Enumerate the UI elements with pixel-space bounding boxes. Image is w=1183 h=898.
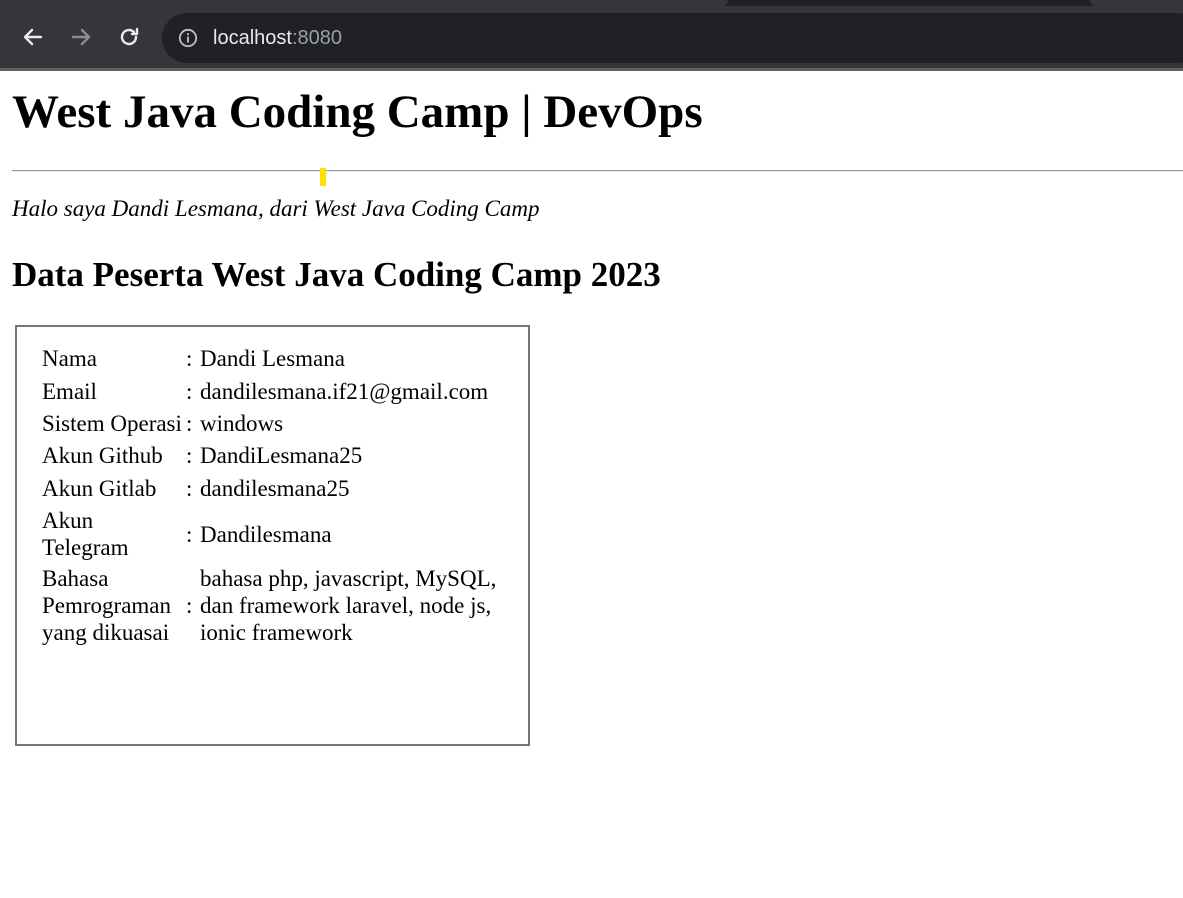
row-separator: : [186, 411, 193, 436]
tab-active[interactable] [0, 0, 728, 6]
row-label: Bahasa Pemrograman yang dikuasai [42, 566, 172, 645]
section-title: Data Peserta West Java Coding Camp 2023 [12, 255, 661, 294]
page-title: West Java Coding Camp | DevOps [12, 86, 703, 138]
browser-toolbar: localhost:8080 [0, 0, 1183, 71]
intro-text: Halo saya Dandi Lesmana, dari West Java … [12, 196, 540, 221]
url-port: :8080 [291, 27, 342, 49]
row-value: windows [200, 411, 284, 436]
table-row: Nama : Dandi Lesmana [41, 343, 501, 374]
back-button[interactable] [18, 22, 48, 52]
forward-button[interactable] [66, 22, 96, 52]
participant-table: Nama : Dandi Lesmana Email : dandilesman… [39, 341, 503, 649]
row-separator: : [186, 521, 193, 547]
row-label: Akun Gitlab [42, 476, 157, 501]
table-row: Akun Gitlab : dandilesmana25 [41, 473, 501, 504]
row-separator: : [186, 476, 193, 501]
horizontal-rule [12, 170, 1183, 172]
row-label: Email [42, 379, 97, 404]
toolbar-divider [0, 68, 1183, 71]
row-label: Akun Github [42, 443, 163, 468]
reload-icon [120, 27, 139, 46]
row-value: bahasa php, javascript, MySQL, dan frame… [200, 566, 497, 645]
text-cursor-highlight [320, 168, 326, 186]
row-separator: : [186, 346, 193, 371]
row-label: Sistem Operasi [42, 411, 182, 436]
row-value: dandilesmana.if21@gmail.com [200, 379, 489, 404]
table-row: Sistem Operasi : windows [41, 409, 501, 438]
row-value: Dandi Lesmana [200, 346, 345, 371]
row-separator: : [186, 443, 193, 468]
row-label: Akun Telegram [42, 508, 129, 560]
row-label: Nama [42, 346, 97, 371]
table-row: Akun Github : DandiLesmana25 [41, 440, 501, 471]
url-host: localhost [213, 27, 292, 49]
table-row: Bahasa Pemrograman yang dikuasai : bahas… [41, 564, 501, 647]
table-row: Email : dandilesmana.if21@gmail.com [41, 376, 501, 407]
arrow-left-icon [23, 28, 43, 46]
row-value: Dandilesmana [200, 521, 332, 547]
row-value: DandiLesmana25 [200, 443, 363, 468]
address-url[interactable]: localhost:8080 [213, 26, 342, 50]
row-separator: : [186, 379, 193, 404]
participant-data-box: Nama : Dandi Lesmana Email : dandilesman… [15, 325, 530, 746]
table-row: Akun Telegram : Dandilesmana [41, 506, 501, 562]
row-separator: : [186, 593, 193, 618]
tab-strip [0, 0, 1183, 6]
arrow-right-icon [71, 28, 91, 46]
row-value: dandilesmana25 [200, 476, 350, 501]
tab-inactive[interactable] [1090, 0, 1183, 6]
info-icon[interactable] [178, 28, 198, 48]
reload-button[interactable] [114, 22, 144, 52]
